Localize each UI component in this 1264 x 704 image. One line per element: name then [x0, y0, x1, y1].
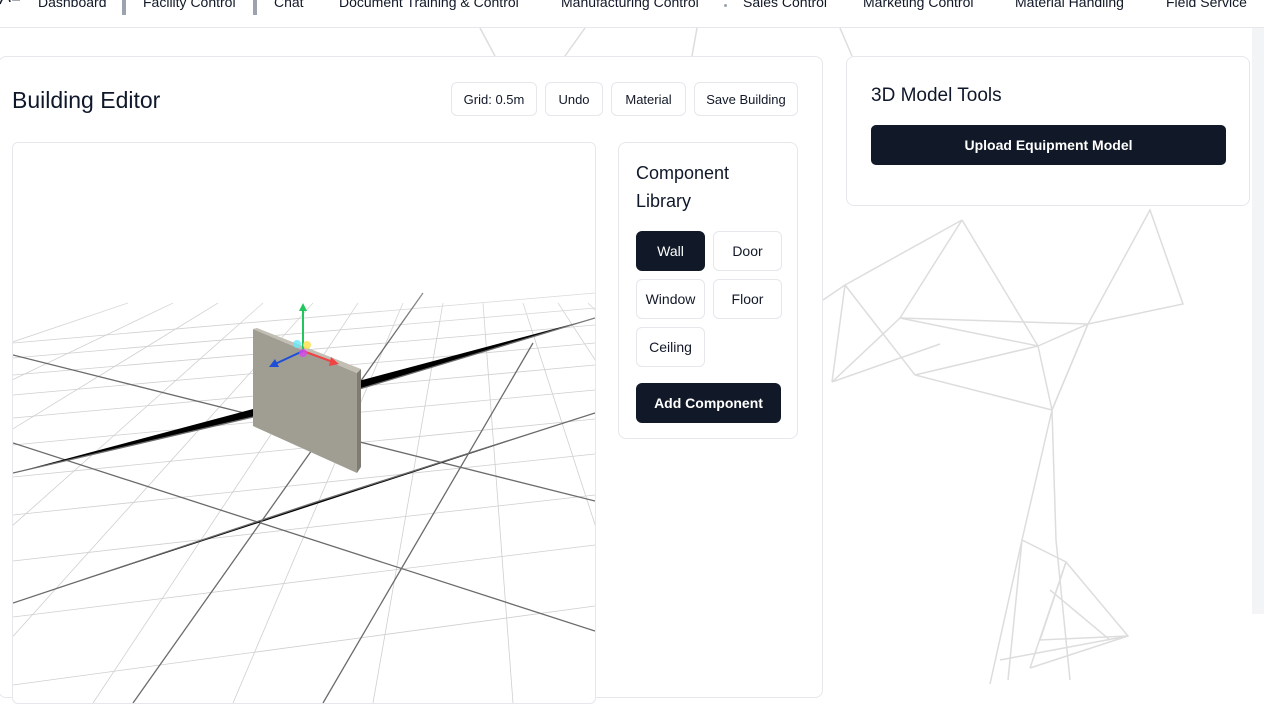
component-wall-button[interactable]: Wall: [636, 231, 705, 271]
nav-item-dashboard[interactable]: Dashboard: [38, 0, 107, 10]
model-tools-title: 3D Model Tools: [871, 85, 1002, 106]
nav-item-sales-control[interactable]: Sales Control: [743, 0, 827, 10]
nav-divider: [122, 0, 126, 15]
nav-item-manufacturing-control[interactable]: Manufacturing Control: [561, 0, 699, 10]
model-tools-panel: 3D Model Tools Upload Equipment Model: [846, 56, 1250, 206]
app-logo-icon: [0, 0, 20, 5]
nav-item-marketing-control[interactable]: Marketing Control: [863, 0, 974, 10]
upload-equipment-model-button[interactable]: Upload Equipment Model: [871, 125, 1226, 165]
component-library: Component Library Wall Door Window Floor…: [618, 142, 798, 439]
component-window-button[interactable]: Window: [636, 279, 705, 319]
3d-viewport[interactable]: [12, 142, 596, 704]
nav-divider: [253, 0, 257, 15]
nav-item-field-service[interactable]: Field Service: [1166, 0, 1247, 10]
component-library-title: Component Library: [636, 163, 730, 211]
top-nav: Dashboard Facility Control Chat Document…: [0, 0, 1264, 28]
nav-divider: [724, 4, 727, 7]
undo-button[interactable]: Undo: [545, 82, 603, 116]
building-editor-panel: Building Editor Grid: 0.5m Undo Material…: [0, 56, 823, 704]
nav-item-document-training[interactable]: Document Training & Control: [339, 0, 519, 10]
component-ceiling-button[interactable]: Ceiling: [636, 327, 705, 367]
component-floor-button[interactable]: Floor: [713, 279, 782, 319]
component-door-button[interactable]: Door: [713, 231, 782, 271]
save-building-button[interactable]: Save Building: [694, 82, 798, 116]
viewport-canvas[interactable]: [13, 143, 595, 703]
grid-size-button[interactable]: Grid: 0.5m: [451, 82, 537, 116]
nav-item-facility-control[interactable]: Facility Control: [143, 0, 236, 10]
nav-item-chat[interactable]: Chat: [274, 0, 304, 10]
page-title: Building Editor: [12, 87, 161, 113]
add-component-button[interactable]: Add Component: [636, 383, 781, 423]
window-scrollbar[interactable]: [1252, 0, 1264, 614]
material-button[interactable]: Material: [611, 82, 686, 116]
nav-item-material-handling[interactable]: Material Handling: [1015, 0, 1124, 10]
